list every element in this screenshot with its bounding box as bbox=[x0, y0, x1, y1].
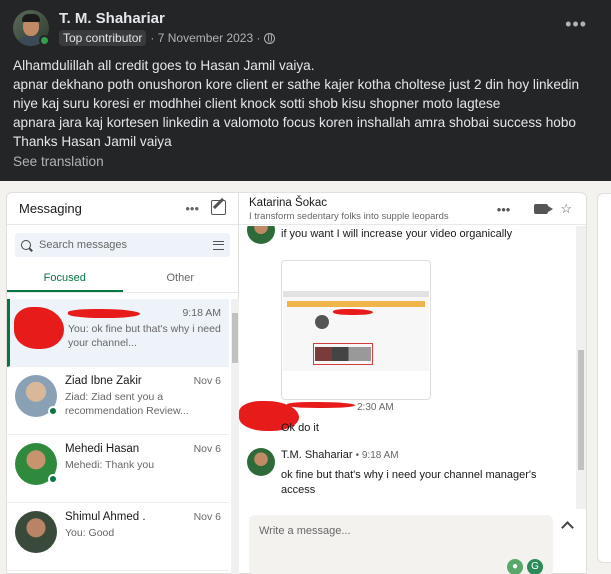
conversation-name: Mehedi Hasan bbox=[65, 443, 140, 455]
chat-messages: if you want I will increase your video o… bbox=[239, 226, 575, 509]
post-line: apnar dekhano poth onushoron kore client… bbox=[13, 77, 580, 92]
post-more-button[interactable]: ••• bbox=[565, 14, 587, 35]
redacted-avatar bbox=[14, 307, 64, 349]
author-avatar[interactable] bbox=[13, 10, 50, 46]
linkedin-screenshot: Messaging ••• Search messages Focused Ot… bbox=[0, 181, 611, 574]
messaging-title: Messaging bbox=[19, 201, 82, 216]
messaging-panel: Messaging ••• Search messages Focused Ot… bbox=[6, 192, 239, 574]
avatar bbox=[247, 448, 275, 476]
chevron-up-icon[interactable] bbox=[561, 521, 574, 534]
conversation-item[interactable]: Shimul Ahmed . Nov 6 You: Good bbox=[7, 503, 229, 571]
filter-icon[interactable] bbox=[213, 240, 224, 250]
avatar bbox=[247, 226, 275, 244]
online-status-icon bbox=[48, 474, 58, 484]
conversation-date: 9:18 AM bbox=[182, 307, 221, 319]
message-time: 2:30 AM bbox=[357, 402, 394, 413]
post-line: niye kaj suru koresi er modhhei client k… bbox=[13, 96, 501, 111]
online-status-icon bbox=[39, 35, 50, 46]
conversation-snippet: Mehedi: Thank you bbox=[65, 459, 155, 471]
location-icon[interactable]: ● bbox=[507, 559, 523, 574]
search-messages-input[interactable]: Search messages bbox=[15, 233, 230, 257]
conversation-scrollbar[interactable] bbox=[231, 299, 239, 574]
search-placeholder: Search messages bbox=[39, 239, 128, 251]
grammarly-icon[interactable]: G bbox=[527, 559, 543, 574]
conversation-date: Nov 6 bbox=[193, 443, 221, 455]
see-translation-link[interactable]: See translation bbox=[13, 154, 104, 169]
conversation-name: Ziad Ibne Zakir bbox=[65, 375, 142, 387]
conversation-item[interactable]: Mehedi Hasan Nov 6 Mehedi: Thank you bbox=[7, 435, 229, 503]
side-card bbox=[597, 193, 611, 563]
chat-scrollbar[interactable] bbox=[576, 226, 586, 509]
conversation-item[interactable]: 9:18 AM You: ok fine but that's why i ne… bbox=[7, 299, 229, 367]
star-icon[interactable]: ☆ bbox=[560, 201, 572, 217]
compose-icon[interactable] bbox=[211, 199, 226, 215]
redaction-mark bbox=[14, 307, 64, 349]
avatar bbox=[15, 511, 57, 553]
post-line: apnara jara kaj kortesen linkedin a valo… bbox=[13, 115, 576, 130]
post-date[interactable]: · 7 November 2023 · bbox=[150, 31, 260, 45]
redacted-name bbox=[68, 307, 140, 319]
message-sender[interactable]: T.M. Shahariar bbox=[281, 449, 353, 461]
avatar bbox=[15, 443, 58, 485]
conversation-date: Nov 6 bbox=[193, 511, 221, 523]
tab-focused[interactable]: Focused bbox=[7, 265, 123, 292]
post-line: Thanks Hasan Jamil vaiya bbox=[13, 134, 172, 149]
conversation-snippet: You: ok fine but that's why i need your … bbox=[68, 323, 221, 349]
video-call-icon[interactable] bbox=[534, 203, 554, 214]
search-icon bbox=[21, 240, 31, 250]
globe-icon bbox=[264, 32, 276, 44]
post-text: Alhamdulillah all credit goes to Hasan J… bbox=[13, 56, 603, 151]
conversation-item[interactable]: Ziad Ibne Zakir Nov 6 Ziad: Ziad sent yo… bbox=[7, 367, 229, 435]
message-input[interactable]: Write a message... ● G bbox=[249, 515, 553, 574]
conversation-snippet: You: Good bbox=[65, 527, 115, 539]
redaction-mark bbox=[287, 402, 355, 408]
conversation-name: Shimul Ahmed . bbox=[65, 511, 146, 523]
tab-other[interactable]: Other bbox=[123, 265, 239, 292]
message-placeholder: Write a message... bbox=[259, 525, 351, 537]
author-name[interactable]: T. M. Shahariar bbox=[59, 10, 275, 27]
message-text: ok fine but that's why i need your chann… bbox=[281, 469, 537, 496]
chat-panel: Katarina Šokac I transform sedentary fol… bbox=[239, 192, 587, 574]
conversation-list: 9:18 AM You: ok fine but that's why i ne… bbox=[7, 299, 229, 571]
online-status-icon bbox=[48, 406, 58, 416]
conversation-date: Nov 6 bbox=[193, 375, 221, 387]
post-line: Alhamdulillah all credit goes to Hasan J… bbox=[13, 58, 315, 73]
top-contributor-badge[interactable]: Top contributor bbox=[59, 30, 147, 46]
chat-more-button[interactable]: ••• bbox=[497, 202, 511, 217]
avatar bbox=[15, 375, 58, 417]
message-text: Ok do it bbox=[281, 422, 319, 434]
message-text: if you want I will increase your video o… bbox=[281, 228, 513, 240]
messaging-more-button[interactable]: ••• bbox=[185, 201, 199, 216]
conversation-snippet: Ziad: Ziad sent you a recommendation Rev… bbox=[65, 391, 189, 417]
post-header: T. M. Shahariar Top contributor · 7 Nove… bbox=[13, 9, 276, 47]
message-time: • 9:18 AM bbox=[355, 450, 399, 461]
image-attachment[interactable] bbox=[281, 260, 431, 400]
